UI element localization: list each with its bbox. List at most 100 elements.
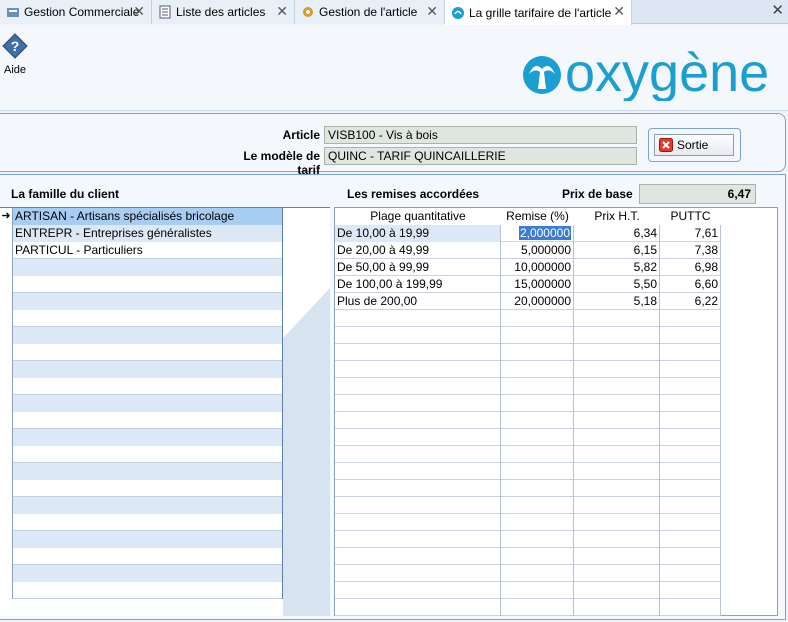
- plage-cell[interactable]: De 50,00 à 99,99: [335, 259, 501, 276]
- row-indicator[interactable]: [0, 242, 13, 259]
- table-row[interactable]: [335, 599, 721, 616]
- puttc-cell[interactable]: 6,22: [660, 293, 721, 310]
- table-row[interactable]: [335, 310, 721, 327]
- prix-ht-cell[interactable]: [574, 361, 660, 378]
- tab-grille-tarifaire[interactable]: La grille tarifaire de l'article ✕: [445, 0, 632, 25]
- table-row[interactable]: [0, 412, 283, 429]
- row-indicator[interactable]: [0, 276, 13, 293]
- row-indicator[interactable]: [0, 497, 13, 514]
- prix-ht-cell[interactable]: [574, 514, 660, 531]
- row-indicator[interactable]: [0, 480, 13, 497]
- table-row[interactable]: [0, 310, 283, 327]
- prix-ht-cell[interactable]: [574, 531, 660, 548]
- plage-cell[interactable]: [335, 395, 501, 412]
- table-row[interactable]: PARTICUL - Particuliers: [0, 242, 283, 259]
- prix-ht-cell[interactable]: 5,18: [574, 293, 660, 310]
- row-indicator[interactable]: [0, 463, 13, 480]
- table-row[interactable]: [0, 582, 283, 599]
- table-row[interactable]: De 50,00 à 99,99 10,000000 5,82 6,98: [335, 259, 721, 276]
- remise-selected-value[interactable]: 2,000000: [518, 226, 571, 240]
- prix-ht-cell[interactable]: 5,50: [574, 276, 660, 293]
- table-row[interactable]: [335, 463, 721, 480]
- row-indicator[interactable]: [0, 514, 13, 531]
- client-family-cell[interactable]: [13, 463, 283, 480]
- plage-cell[interactable]: [335, 361, 501, 378]
- prix-ht-cell[interactable]: [574, 378, 660, 395]
- prix-ht-cell[interactable]: [574, 548, 660, 565]
- table-row[interactable]: [0, 514, 283, 531]
- close-icon[interactable]: ✕: [276, 4, 288, 18]
- table-row[interactable]: [0, 497, 283, 514]
- puttc-cell[interactable]: [660, 412, 721, 429]
- plage-cell[interactable]: [335, 344, 501, 361]
- row-indicator[interactable]: [0, 225, 13, 242]
- table-row[interactable]: [335, 497, 721, 514]
- client-family-grid[interactable]: ➜ ARTISAN - Artisans spécialisés bricolag…: [0, 207, 330, 616]
- plage-cell[interactable]: Plus de 200,00: [335, 293, 501, 310]
- row-indicator[interactable]: [0, 259, 13, 276]
- remise-cell[interactable]: [501, 463, 574, 480]
- plage-cell[interactable]: [335, 429, 501, 446]
- client-family-cell[interactable]: [13, 480, 283, 497]
- puttc-cell[interactable]: [660, 361, 721, 378]
- client-family-cell[interactable]: [13, 276, 283, 293]
- remise-cell[interactable]: [501, 582, 574, 599]
- plage-cell[interactable]: De 10,00 à 19,99: [335, 225, 501, 242]
- table-row[interactable]: [335, 395, 721, 412]
- remise-cell[interactable]: [501, 480, 574, 497]
- puttc-cell[interactable]: [660, 565, 721, 582]
- puttc-cell[interactable]: [660, 463, 721, 480]
- remise-cell[interactable]: [501, 395, 574, 412]
- table-row[interactable]: [335, 378, 721, 395]
- table-row[interactable]: [0, 293, 283, 310]
- row-indicator[interactable]: [0, 412, 13, 429]
- table-row[interactable]: [0, 446, 283, 463]
- puttc-cell[interactable]: [660, 599, 721, 616]
- client-family-cell[interactable]: [13, 531, 283, 548]
- table-row[interactable]: De 10,00 à 19,99 2,000000 6,34 7,61: [335, 225, 721, 242]
- col-header-remise[interactable]: Remise (%): [501, 208, 574, 225]
- remise-cell[interactable]: 10,000000: [501, 259, 574, 276]
- prix-ht-cell[interactable]: [574, 599, 660, 616]
- client-family-cell[interactable]: [13, 310, 283, 327]
- table-row[interactable]: [0, 548, 283, 565]
- puttc-cell[interactable]: [660, 395, 721, 412]
- row-indicator[interactable]: [0, 361, 13, 378]
- client-family-cell[interactable]: [13, 361, 283, 378]
- puttc-cell[interactable]: [660, 378, 721, 395]
- puttc-cell[interactable]: 7,38: [660, 242, 721, 259]
- client-family-cell[interactable]: ENTREPR - Entreprises généralistes: [13, 225, 283, 242]
- remise-cell[interactable]: [501, 497, 574, 514]
- plage-cell[interactable]: De 20,00 à 49,99: [335, 242, 501, 259]
- client-family-cell[interactable]: [13, 327, 283, 344]
- table-row[interactable]: [335, 429, 721, 446]
- puttc-cell[interactable]: [660, 497, 721, 514]
- plage-cell[interactable]: [335, 480, 501, 497]
- puttc-cell[interactable]: [660, 327, 721, 344]
- puttc-cell[interactable]: 7,61: [660, 225, 721, 242]
- table-row[interactable]: [0, 565, 283, 582]
- remise-cell[interactable]: [501, 378, 574, 395]
- prix-ht-cell[interactable]: 6,34: [574, 225, 660, 242]
- puttc-cell[interactable]: [660, 310, 721, 327]
- remise-cell[interactable]: [501, 514, 574, 531]
- table-row[interactable]: [335, 565, 721, 582]
- puttc-cell[interactable]: 6,98: [660, 259, 721, 276]
- plage-cell[interactable]: De 100,00 à 199,99: [335, 276, 501, 293]
- client-family-cell[interactable]: [13, 548, 283, 565]
- table-row[interactable]: [335, 582, 721, 599]
- table-row[interactable]: [0, 463, 283, 480]
- remise-cell[interactable]: [501, 361, 574, 378]
- plage-cell[interactable]: [335, 378, 501, 395]
- prix-ht-cell[interactable]: [574, 565, 660, 582]
- prix-ht-cell[interactable]: [574, 582, 660, 599]
- row-indicator[interactable]: [0, 293, 13, 310]
- remise-cell[interactable]: [501, 531, 574, 548]
- table-row[interactable]: ➜ ARTISAN - Artisans spécialisés bricolag…: [0, 208, 283, 225]
- row-indicator[interactable]: [0, 310, 13, 327]
- prix-ht-cell[interactable]: [574, 395, 660, 412]
- client-family-cell[interactable]: PARTICUL - Particuliers: [13, 242, 283, 259]
- table-row[interactable]: [0, 378, 283, 395]
- plage-cell[interactable]: [335, 565, 501, 582]
- client-family-cell[interactable]: ARTISAN - Artisans spécialisés bricolage: [13, 208, 283, 225]
